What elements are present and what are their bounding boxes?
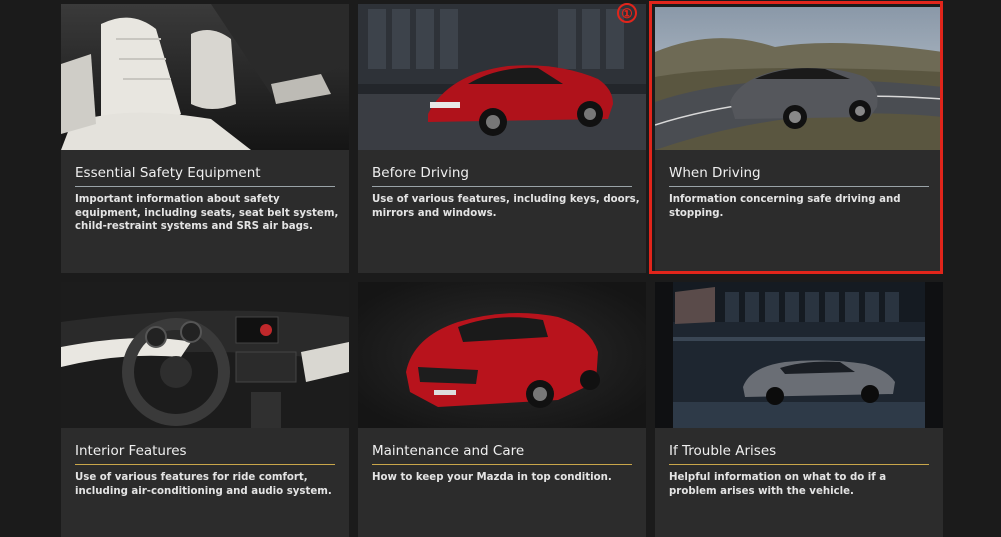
card-if-trouble-arises[interactable]: If Trouble Arises Helpful information on… [655, 282, 943, 537]
dashboard-image [61, 282, 349, 428]
card-interior-features[interactable]: Interior Features Use of various feature… [61, 282, 349, 537]
card-title: When Driving [669, 165, 761, 181]
seats-image [61, 4, 349, 150]
card-when-driving[interactable]: When Driving Information concerning safe… [655, 7, 943, 271]
title-divider [75, 464, 335, 465]
title-divider [75, 186, 335, 187]
wagon-mountain-road-image [655, 7, 943, 150]
card-title: Interior Features [75, 443, 187, 459]
card-essential-safety-equipment[interactable]: Essential Safety Equipment Important inf… [61, 4, 349, 273]
card-description: How to keep your Mazda in top condition. [372, 472, 612, 483]
card-before-driving[interactable]: Before Driving Use of various features, … [358, 4, 646, 273]
card-description: Helpful information on what to do if a p… [669, 472, 887, 497]
step-marker: ① [617, 3, 637, 23]
title-divider [669, 464, 929, 465]
red-sedan-building-image [358, 4, 646, 150]
card-description: Use of various features for ride comfort… [75, 472, 332, 497]
card-description: Use of various features, including keys,… [372, 194, 640, 219]
card-description: Information concerning safe driving and … [669, 194, 901, 219]
title-divider [372, 464, 632, 465]
card-description: Important information about safety equip… [75, 194, 339, 232]
manual-menu-page: Essential Safety Equipment Important inf… [0, 0, 1001, 537]
card-maintenance-and-care[interactable]: Maintenance and Care How to keep your Ma… [358, 282, 646, 537]
title-divider [372, 186, 632, 187]
card-title: Essential Safety Equipment [75, 165, 261, 181]
grey-sedan-night-image [655, 282, 943, 428]
card-title: Maintenance and Care [372, 443, 525, 459]
card-title: If Trouble Arises [669, 443, 777, 459]
title-divider [669, 186, 929, 187]
red-sedan-studio-image [358, 282, 646, 428]
card-title: Before Driving [372, 165, 469, 181]
